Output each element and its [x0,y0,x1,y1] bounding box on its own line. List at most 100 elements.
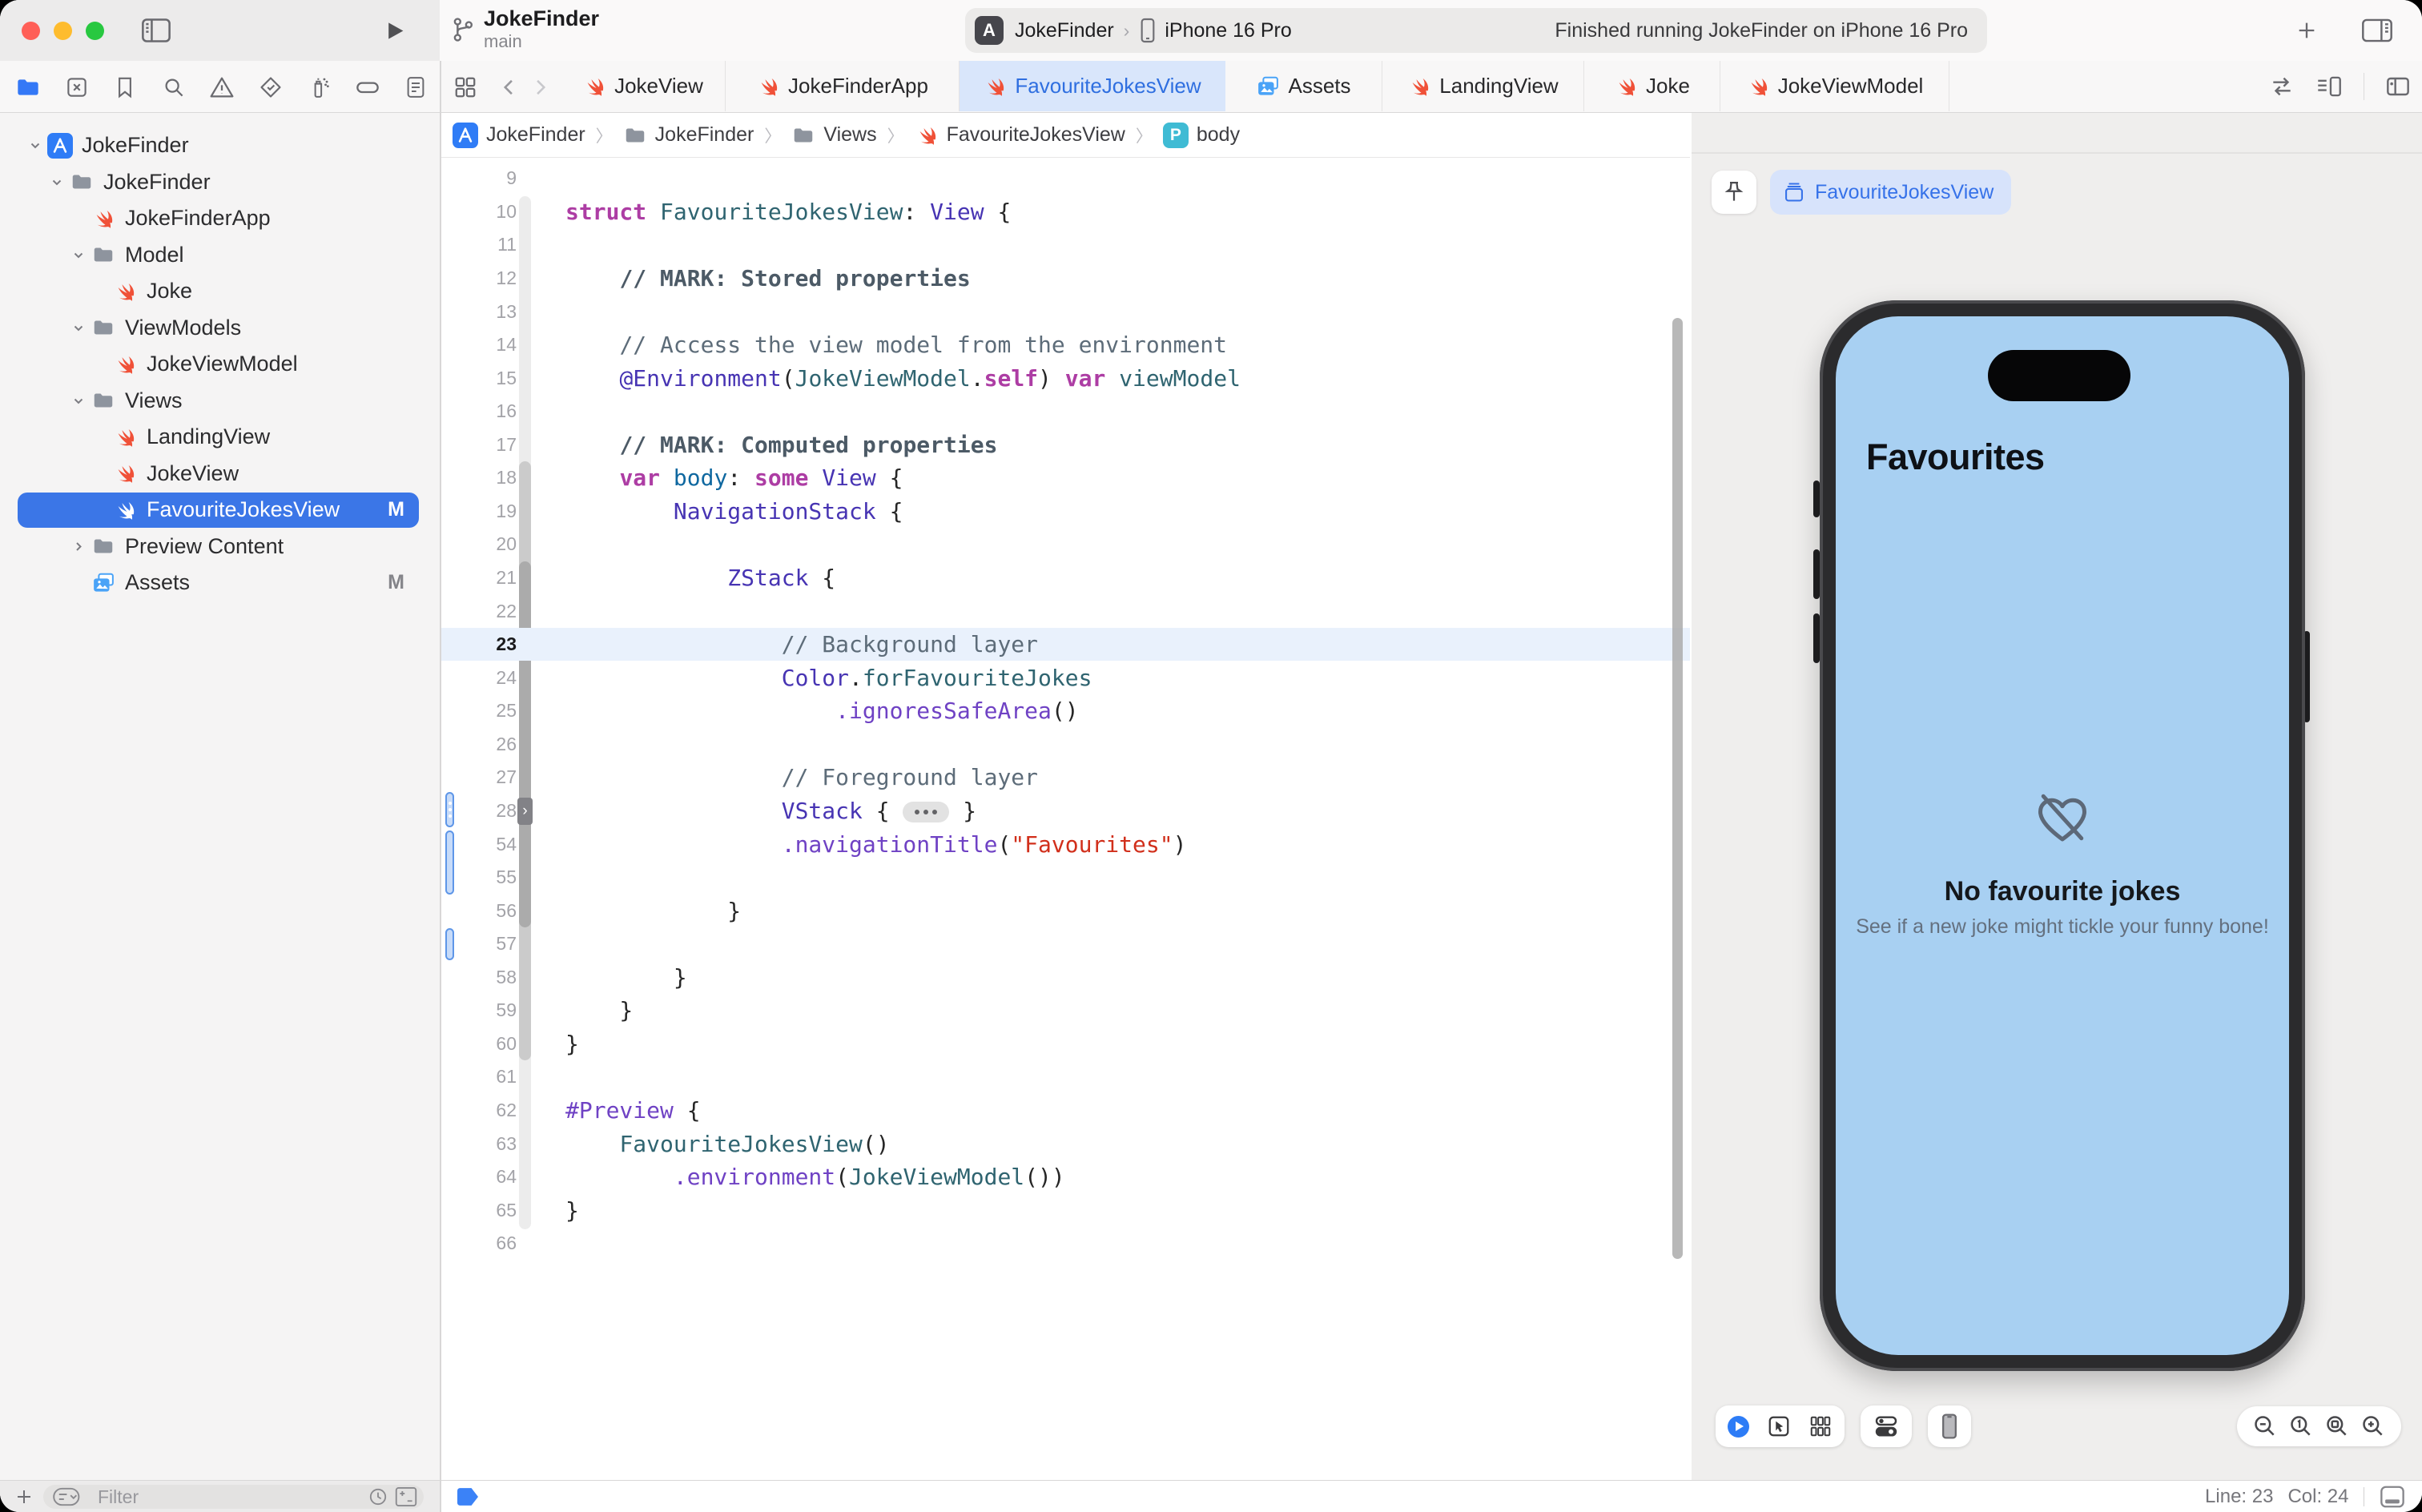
scheme-breadcrumb[interactable]: JokeFinder main [450,6,599,52]
swap-editor-icon[interactable] [2269,74,2295,99]
source-change-bar[interactable] [445,928,454,960]
code-text[interactable]: ZStack { [565,565,835,591]
code-line-15[interactable]: 15 @Environment(JokeViewModel.self) var … [441,361,1690,395]
source-change-bar[interactable] [445,830,454,895]
code-line-62[interactable]: 62#Preview { [441,1094,1690,1128]
preview-selection-chip[interactable]: FavouriteJokesView [1770,170,2011,215]
source-change-bar[interactable] [445,792,454,827]
code-line-24[interactable]: 24 Color.forFavouriteJokes [441,661,1690,694]
zoom-out-icon[interactable] [2252,1413,2278,1439]
line-number[interactable]: 25 [441,700,517,722]
close-window-button[interactable] [22,22,40,40]
line-number[interactable]: 24 [441,667,517,689]
code-line-17[interactable]: 17 // MARK: Computed properties [441,428,1690,462]
fold-chevron-icon[interactable]: › [517,798,533,825]
live-preview-button[interactable] [1728,1416,1749,1438]
line-number[interactable]: 13 [441,301,517,323]
code-text[interactable]: // MARK: Stored properties [565,265,971,292]
sidebar-item-assets[interactable]: AssetsM [0,565,440,601]
line-number[interactable]: 15 [441,368,517,389]
tab-jokeview[interactable]: JokeView [561,61,726,111]
code-line-13[interactable]: 13 [441,295,1690,328]
line-number[interactable]: 12 [441,267,517,289]
code-line-14[interactable]: 14 // Access the view model from the env… [441,328,1690,362]
recent-files-clock-icon[interactable] [368,1486,388,1507]
sidebar-item-landingview[interactable]: LandingView [0,419,440,456]
line-number[interactable]: 22 [441,601,517,622]
run-button[interactable] [384,20,405,42]
tab-joke[interactable]: Joke [1584,61,1720,111]
line-number[interactable]: 58 [441,967,517,988]
tab-jokeviewmodel[interactable]: JokeViewModel [1720,61,1949,111]
code-line-59[interactable]: 59 } [441,994,1690,1027]
sidebar-item-preview-content[interactable]: Preview Content [0,529,440,565]
sidebar-item-jokefinder[interactable]: JokeFinder [0,127,440,164]
line-number[interactable]: 27 [441,766,517,788]
preview-device-button[interactable] [1928,1405,1971,1447]
source-control-status-icon[interactable] [395,1486,417,1507]
line-number[interactable]: 19 [441,501,517,522]
tab-favouritejokesview[interactable]: FavouriteJokesView [960,61,1225,111]
code-line-64[interactable]: 64 .environment(JokeViewModel()) [441,1160,1690,1194]
code-line-54[interactable]: 54 .navigationTitle("Favourites") [441,827,1690,861]
sidebar-item-jokefinder[interactable]: JokeFinder [0,164,440,201]
line-number[interactable]: 26 [441,734,517,755]
code-line-58[interactable]: 58 } [441,961,1690,995]
code-text[interactable]: VStack { } [565,798,976,824]
code-text[interactable]: FavouriteJokesView() [565,1131,890,1157]
line-number[interactable]: 16 [441,400,517,422]
code-text[interactable]: // MARK: Computed properties [565,432,997,458]
filter-input[interactable] [96,1486,368,1509]
filter-field[interactable] [43,1485,424,1509]
breadcrumb-item-favouritejokesview[interactable]: FavouriteJokesView [915,123,1125,147]
line-number[interactable]: 61 [441,1066,517,1088]
code-text[interactable]: @Environment(JokeViewModel.self) var vie… [565,365,1241,392]
code-text[interactable]: .environment(JokeViewModel()) [565,1164,1065,1190]
source-editor[interactable]: 910struct FavouriteJokesView: View {1112… [441,158,1690,1480]
line-number[interactable]: 9 [441,167,517,189]
tab-overview-icon[interactable] [453,61,477,113]
code-line-19[interactable]: 19 NavigationStack { [441,495,1690,529]
line-number[interactable]: 66 [441,1233,517,1254]
sidebar-divider[interactable] [440,61,441,1512]
sidebar-item-views[interactable]: Views [0,383,440,420]
line-number[interactable]: 56 [441,900,517,922]
code-line-61[interactable]: 61 [441,1060,1690,1094]
line-number[interactable]: 59 [441,999,517,1021]
code-line-26[interactable]: 26 [441,728,1690,762]
code-text[interactable]: } [565,997,633,1023]
zoom-in-icon[interactable] [2360,1413,2386,1439]
toggle-navigator-icon[interactable] [141,18,171,43]
disclosure-down-icon[interactable] [50,175,63,190]
minimize-window-button[interactable] [54,22,72,40]
code-line-66[interactable]: 66 [441,1227,1690,1261]
disclosure-down-icon[interactable] [72,393,85,408]
code-line-11[interactable]: 11 [441,228,1690,262]
add-editor-icon[interactable] [2385,74,2411,99]
code-line-25[interactable]: 25 .ignoresSafeArea() [441,694,1690,728]
sidebar-item-jokeviewmodel[interactable]: JokeViewModel [0,346,440,383]
disclosure-right-icon[interactable] [72,539,85,554]
code-text[interactable]: .navigationTitle("Favourites") [565,831,1186,858]
cursor-col-indicator[interactable]: Col: 24 [2287,1486,2348,1508]
code-line-27[interactable]: 27 // Foreground layer [441,761,1690,794]
line-number[interactable]: 17 [441,434,517,456]
breadcrumb-item-body[interactable]: Pbody [1163,123,1240,148]
editor-layout-icon[interactable] [2315,74,2343,99]
code-text[interactable]: var body: some View { [565,464,903,491]
navigator-tab-source-control-icon[interactable] [62,72,92,103]
code-text[interactable]: // Foreground layer [565,764,1038,790]
line-number[interactable]: 14 [441,334,517,356]
breadcrumb-item-jokefinder[interactable]: JokeFinder [623,123,754,147]
selectable-mode-icon[interactable] [1767,1414,1791,1438]
code-text[interactable]: struct FavouriteJokesView: View { [565,199,1011,225]
tab-assets[interactable]: Assets [1225,61,1382,111]
code-text[interactable]: Color.forFavouriteJokes [565,665,1092,691]
zoom-to-fit-icon[interactable] [2324,1413,2350,1439]
go-back-icon[interactable] [498,61,521,113]
code-line-22[interactable]: 22 [441,594,1690,628]
variants-mode-icon[interactable] [1808,1414,1833,1438]
code-line-65[interactable]: 65} [441,1193,1690,1227]
code-line-12[interactable]: 12 // MARK: Stored properties [441,262,1690,296]
code-line-20[interactable]: 20 [441,528,1690,561]
